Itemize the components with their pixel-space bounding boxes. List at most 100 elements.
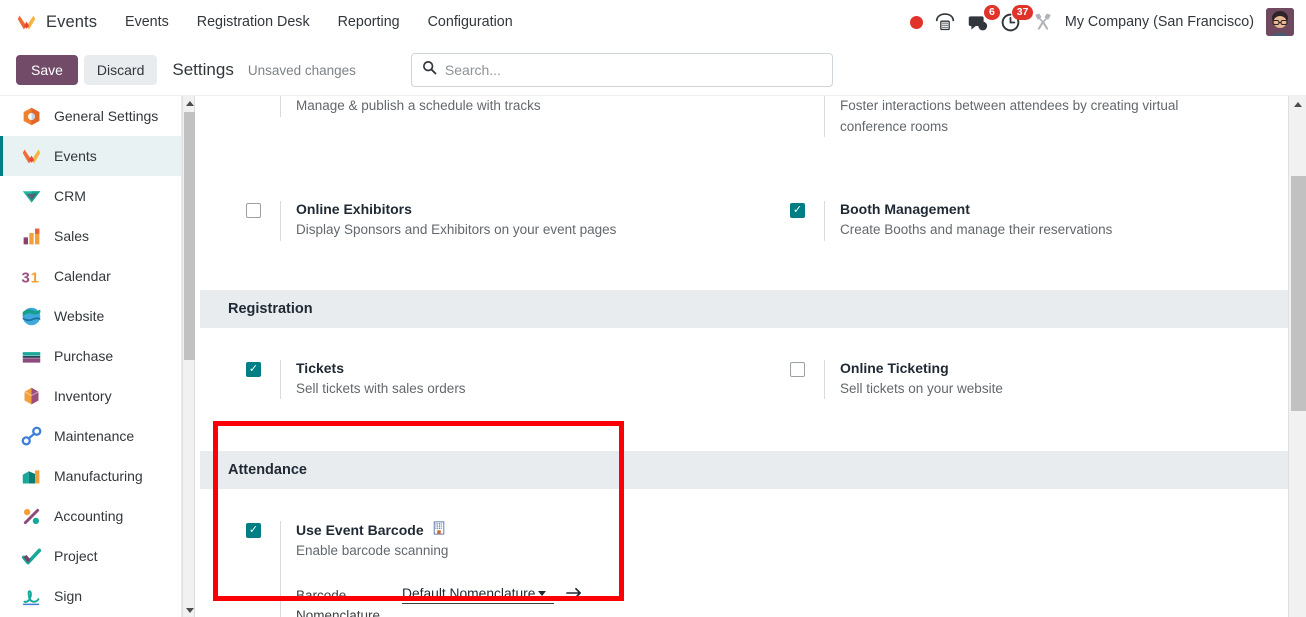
sidebar-item-sign[interactable]: Sign bbox=[0, 576, 181, 616]
page-title: Settings bbox=[172, 60, 234, 79]
online-exhibitors-title: Online Exhibitors bbox=[296, 201, 412, 218]
barcode-scanner-icon bbox=[432, 521, 446, 538]
inventory-app-icon bbox=[21, 386, 42, 407]
setting-body: Online Exhibitors Display Sponsors and E… bbox=[280, 201, 744, 241]
checkbox-slot bbox=[246, 201, 280, 241]
booth-management-checkbox[interactable]: ✓ bbox=[790, 203, 805, 219]
accounting-app-icon bbox=[21, 506, 42, 527]
sidebar-item-label: Manufacturing bbox=[54, 468, 143, 484]
partial-left-col: Manage & publish a schedule with tracks bbox=[200, 96, 744, 137]
user-avatar[interactable] bbox=[1266, 8, 1294, 36]
sidebar-item-purchase[interactable]: Purchase bbox=[0, 336, 181, 376]
sidebar-item-general-settings[interactable]: General Settings bbox=[0, 96, 181, 136]
activities-badge: 37 bbox=[1012, 4, 1033, 20]
tickets-desc: Sell tickets with sales orders bbox=[296, 380, 466, 396]
nav-item-events[interactable]: Events bbox=[111, 8, 183, 36]
use-event-barcode-col: ✓ Use Event Barcode Enable barcode scann… bbox=[200, 503, 744, 617]
sidebar-item-label: Purchase bbox=[54, 348, 114, 364]
search-input[interactable] bbox=[444, 62, 822, 78]
sidebar-item-manufacturing[interactable]: Manufacturing bbox=[0, 456, 181, 496]
sidebar-item-label: Project bbox=[54, 548, 98, 564]
virtual-rooms-desc: Foster interactions between attendees by… bbox=[824, 96, 1224, 138]
booth-management-col: ✓ Booth Management Create Booths and man… bbox=[744, 183, 1288, 241]
virtual-rooms-desc-line2: conference rooms bbox=[840, 118, 949, 134]
nav-item-configuration[interactable]: Configuration bbox=[414, 8, 527, 36]
discard-button[interactable]: Discard bbox=[83, 55, 158, 85]
chevron-down-icon bbox=[538, 590, 547, 596]
online-exhibitors-col: Online Exhibitors Display Sponsors and E… bbox=[200, 183, 744, 241]
arrow-right-internal-link-icon[interactable] bbox=[566, 586, 583, 604]
scroll-up-arrow-icon[interactable] bbox=[1289, 96, 1306, 112]
search-box[interactable] bbox=[410, 53, 833, 87]
online-exhibitors-desc: Display Sponsors and Exhibitors on your … bbox=[296, 222, 617, 238]
scroll-up-arrow-icon[interactable] bbox=[183, 96, 196, 110]
company-switcher[interactable]: My Company (San Francisco) bbox=[1065, 14, 1254, 30]
online-ticketing-title: Online Ticketing bbox=[840, 359, 949, 376]
checkbox-slot: ✓ bbox=[246, 521, 280, 617]
wrench-tools-icon[interactable] bbox=[1033, 12, 1053, 32]
checkbox-slot bbox=[790, 360, 824, 400]
sidebar-item-accounting[interactable]: Accounting bbox=[0, 496, 181, 536]
save-button[interactable]: Save bbox=[16, 55, 78, 85]
sidebar-item-website[interactable]: Website bbox=[0, 296, 181, 336]
setting-booth-management: ✓ Booth Management Create Booths and man… bbox=[790, 183, 1288, 241]
recording-dot-icon[interactable] bbox=[909, 15, 923, 29]
setting-use-event-barcode: ✓ Use Event Barcode Enable barcode scann… bbox=[246, 503, 744, 617]
top-navbar: Events Events Registration Desk Reportin… bbox=[0, 0, 1306, 45]
nav-item-registration-desk[interactable]: Registration Desk bbox=[183, 8, 324, 36]
nav-item-reporting[interactable]: Reporting bbox=[324, 8, 414, 36]
tickets-title: Tickets bbox=[296, 359, 344, 376]
online-ticketing-desc: Sell tickets on your website bbox=[840, 380, 1003, 396]
sidebar-item-inventory[interactable]: Inventory bbox=[0, 376, 181, 416]
sidebar-scrollbar[interactable] bbox=[182, 96, 195, 617]
sidebar-item-label: Sales bbox=[54, 228, 90, 244]
clock-activities-icon[interactable]: 37 bbox=[1000, 4, 1033, 33]
sidebar-item-events[interactable]: Events bbox=[0, 136, 181, 176]
svg-text:3: 3 bbox=[21, 270, 29, 286]
checkbox-slot: ✓ bbox=[246, 360, 280, 400]
setting-body: Booth Management Create Booths and manag… bbox=[824, 201, 1288, 241]
control-panel: Save Discard Settings Unsaved changes bbox=[0, 45, 1306, 96]
virtual-rooms-desc-line1: Foster interactions between attendees by… bbox=[840, 98, 1179, 113]
setting-body: Tickets Sell tickets with sales orders bbox=[280, 359, 744, 400]
website-app-icon bbox=[21, 306, 42, 327]
app-brand[interactable]: Events bbox=[0, 12, 111, 33]
project-app-icon bbox=[21, 546, 42, 567]
attendance-right-col bbox=[744, 503, 1288, 617]
sidebar-item-project[interactable]: Project bbox=[0, 536, 181, 576]
settings-app-icon bbox=[21, 106, 42, 127]
content-scrollbar[interactable] bbox=[1288, 96, 1306, 617]
online-ticketing-checkbox[interactable] bbox=[790, 361, 805, 377]
systray: 6 37 My Company (San Francisco) bbox=[909, 4, 1306, 36]
barcode-nomenclature-control: Default Nomenclature bbox=[402, 586, 583, 604]
phone-dialpad-icon[interactable] bbox=[935, 12, 955, 32]
sidebar-item-label: Sign bbox=[54, 588, 83, 604]
scroll-down-arrow-icon[interactable] bbox=[183, 603, 196, 617]
sidebar-item-sales[interactable]: Sales bbox=[0, 216, 181, 256]
online-exhibitors-checkbox[interactable] bbox=[246, 203, 261, 219]
use-event-barcode-desc: Enable barcode scanning bbox=[296, 543, 449, 559]
barcode-nomenclature-select[interactable]: Default Nomenclature bbox=[402, 586, 554, 604]
unsaved-changes-status: Unsaved changes bbox=[247, 62, 356, 78]
online-ticketing-col: Online Ticketing Sell tickets on your we… bbox=[744, 342, 1288, 400]
sidebar-item-crm[interactable]: CRM bbox=[0, 176, 181, 216]
use-event-barcode-label: Use Event Barcode bbox=[296, 521, 424, 538]
sidebar-item-label: Inventory bbox=[54, 388, 112, 404]
settings-sidebar: General Settings Events CRM Sales 3 1 Ca… bbox=[0, 96, 182, 617]
sidebar-item-label: CRM bbox=[54, 188, 86, 204]
sidebar-item-maintenance[interactable]: Maintenance bbox=[0, 416, 181, 456]
sidebar-item-calendar[interactable]: 3 1 Calendar bbox=[0, 256, 181, 296]
tickets-checkbox[interactable]: ✓ bbox=[246, 361, 261, 377]
chat-bubble-icon[interactable]: 6 bbox=[967, 4, 1000, 33]
exhibitors-booth-row: Online Exhibitors Display Sponsors and E… bbox=[196, 137, 1288, 241]
use-event-barcode-title: Use Event Barcode bbox=[296, 521, 744, 538]
use-event-barcode-checkbox[interactable]: ✓ bbox=[246, 523, 261, 539]
svg-text:1: 1 bbox=[31, 270, 39, 286]
checkbox-slot: ✓ bbox=[790, 201, 824, 241]
events-app-icon bbox=[21, 146, 42, 167]
sidebar-item-label: Events bbox=[54, 148, 97, 164]
content-scrollbar-thumb[interactable] bbox=[1291, 176, 1306, 411]
sidebar-scrollbar-thumb[interactable] bbox=[184, 112, 195, 360]
barcode-nomenclature-field: Barcode Nomenclature Default Nomenclatur… bbox=[296, 586, 744, 617]
search-icon bbox=[422, 60, 437, 80]
